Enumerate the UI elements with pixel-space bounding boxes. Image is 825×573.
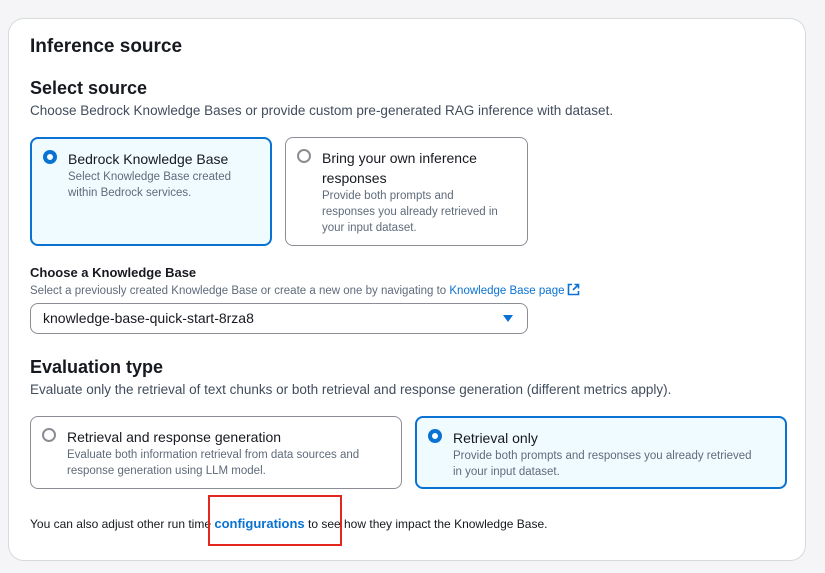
option-description-line: Provide both prompts and	[322, 190, 454, 202]
option-title-line: responses	[322, 170, 387, 186]
option-title-line: Bring your own inference	[322, 150, 477, 166]
knowledge-base-hint-text: Select a previously created Knowledge Ba…	[30, 285, 447, 297]
knowledge-base-page-link[interactable]: Knowledge Base page	[449, 283, 580, 299]
option-description-line: in your input dataset.	[453, 466, 560, 478]
radio-selected-icon[interactable]	[43, 150, 57, 164]
option-description-line: response generation using LLM model.	[67, 465, 266, 477]
knowledge-base-label: Choose a Knowledge Base	[30, 265, 197, 280]
panel-title: Inference source	[30, 36, 183, 57]
caret-down-icon[interactable]	[503, 315, 513, 322]
select-source-description: Choose Bedrock Knowledge Bases or provid…	[30, 103, 614, 118]
evaluation-type-heading: Evaluation type	[30, 357, 164, 377]
evaluation-option-retrieval-only[interactable]: Retrieval only Provide both prompts and …	[415, 416, 787, 489]
evaluation-option-retrieval-and-response[interactable]: Retrieval and response generation Evalua…	[30, 416, 402, 489]
source-option-bedrock-knowledge-base[interactable]: Bedrock Knowledge Base Select Knowledge …	[30, 137, 272, 246]
knowledge-base-hint: Select a previously created Knowledge Ba…	[30, 283, 580, 299]
select-source-heading: Select source	[30, 78, 148, 98]
option-title: Bedrock Knowledge Base	[68, 151, 229, 167]
external-link-icon[interactable]	[567, 283, 580, 299]
option-title: Retrieval and response generation	[67, 429, 282, 445]
knowledge-base-select-value[interactable]: knowledge-base-quick-start-8rza8	[43, 310, 254, 326]
knowledge-base-select[interactable]: knowledge-base-quick-start-8rza8	[30, 303, 528, 334]
footer-suffix: to see how they impact the Knowledge Bas…	[307, 517, 548, 531]
evaluation-type-description: Evaluate only the retrieval of text chun…	[30, 382, 672, 397]
footer-prefix: You can also adjust other run time	[30, 517, 212, 531]
option-title: Retrieval only	[453, 430, 538, 446]
radio-unselected-icon[interactable]	[42, 428, 56, 442]
option-description-line: within Bedrock services.	[68, 187, 192, 199]
highlight-box	[208, 495, 342, 546]
option-description-line: Select Knowledge Base created	[68, 171, 232, 183]
radio-selected-icon[interactable]	[428, 429, 442, 443]
knowledge-base-page-link-text[interactable]: Knowledge Base page	[449, 285, 564, 297]
option-description-line: Provide both prompts and responses you a…	[453, 450, 752, 462]
inference-source-panel: Inference source Select source Choose Be…	[8, 18, 806, 561]
source-option-bring-your-own[interactable]: Bring your own inference responses Provi…	[285, 137, 528, 246]
option-description-line: responses you already retrieved in	[322, 206, 498, 218]
option-description-line: your input dataset.	[322, 222, 417, 234]
radio-unselected-icon[interactable]	[297, 149, 311, 163]
option-description-line: Evaluate both information retrieval from…	[67, 449, 360, 461]
